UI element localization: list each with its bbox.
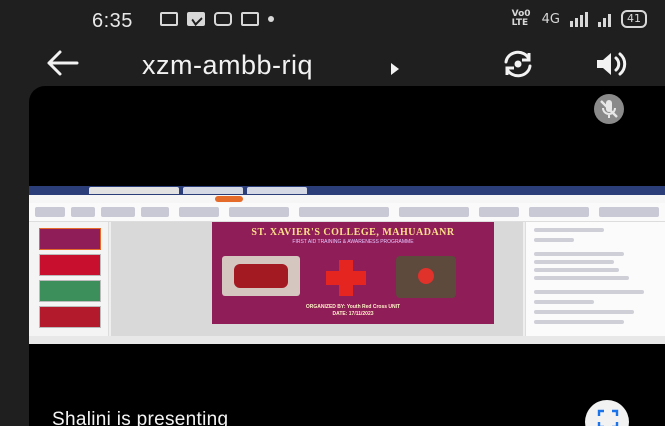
properties-panel (525, 222, 665, 336)
shared-screen: ST. XAVIER'S COLLEGE, MAHUADANR FIRST AI… (29, 186, 665, 344)
signal-strength-2-icon (598, 11, 611, 27)
presentation-stage[interactable]: ST. XAVIER'S COLLEGE, MAHUADANR FIRST AI… (29, 86, 665, 426)
slide-subtitle: FIRST AID TRAINING & AWARENESS PROGRAMME (292, 239, 414, 245)
meeting-top-bar: xzm-ambb-riq (0, 40, 665, 88)
system-status: Vo0 LTE 4G 41 (512, 10, 647, 28)
status-time: 6:35 (92, 10, 133, 32)
more-notifications-icon (268, 16, 274, 22)
red-cross-image (326, 260, 366, 296)
instagram-notification-icon (214, 12, 232, 26)
status-bar: 6:35 Vo0 LTE 4G 41 (0, 0, 665, 40)
cast-notification-icon (241, 12, 259, 26)
speaker-icon[interactable] (594, 50, 628, 78)
slide-date: DATE: 17/11/2023 (332, 311, 374, 317)
volte-icon: Vo0 LTE (511, 9, 531, 28)
caret-right-icon[interactable] (391, 63, 399, 75)
fullscreen-icon (597, 409, 619, 426)
notification-icons (160, 12, 274, 26)
slide-workspace: ST. XAVIER'S COLLEGE, MAHUADANR FIRST AI… (111, 222, 523, 336)
slide-organizer: ORGANIZED BY: Youth Red Cross UNIT (305, 304, 401, 310)
mic-off-icon (594, 94, 624, 124)
slide-thumbnail (39, 254, 101, 276)
switch-camera-icon[interactable] (501, 50, 535, 78)
arrow-left-icon[interactable] (45, 48, 81, 78)
first-aid-bag-image (396, 256, 456, 298)
slide-title: ST. XAVIER'S COLLEGE, MAHUADANR (251, 227, 455, 238)
ribbon-tabs (29, 195, 665, 203)
slide-thumbnail (39, 280, 101, 302)
presenter-label: Shalini is presenting (52, 409, 229, 426)
mail-notification-icon (187, 12, 205, 26)
app-tab (247, 187, 307, 194)
current-slide: ST. XAVIER'S COLLEGE, MAHUADANR FIRST AI… (212, 222, 494, 324)
app-tab (89, 187, 179, 194)
network-type: 4G (541, 11, 560, 27)
slide-thumbnail (39, 228, 101, 250)
slide-thumbnail (39, 306, 101, 328)
app-status-bar (29, 336, 665, 344)
app-tab (183, 187, 243, 194)
slide-thumbnails (29, 222, 109, 336)
app-title-bar (29, 186, 665, 195)
ribbon-toolbar (29, 203, 665, 222)
ribbon-tab-active (215, 196, 243, 202)
video-notification-icon (160, 12, 178, 26)
signal-strength-icon (570, 11, 588, 27)
meeting-code[interactable]: xzm-ambb-riq (142, 50, 313, 81)
first-aid-kit-image (222, 256, 300, 296)
battery-icon: 41 (621, 10, 647, 28)
